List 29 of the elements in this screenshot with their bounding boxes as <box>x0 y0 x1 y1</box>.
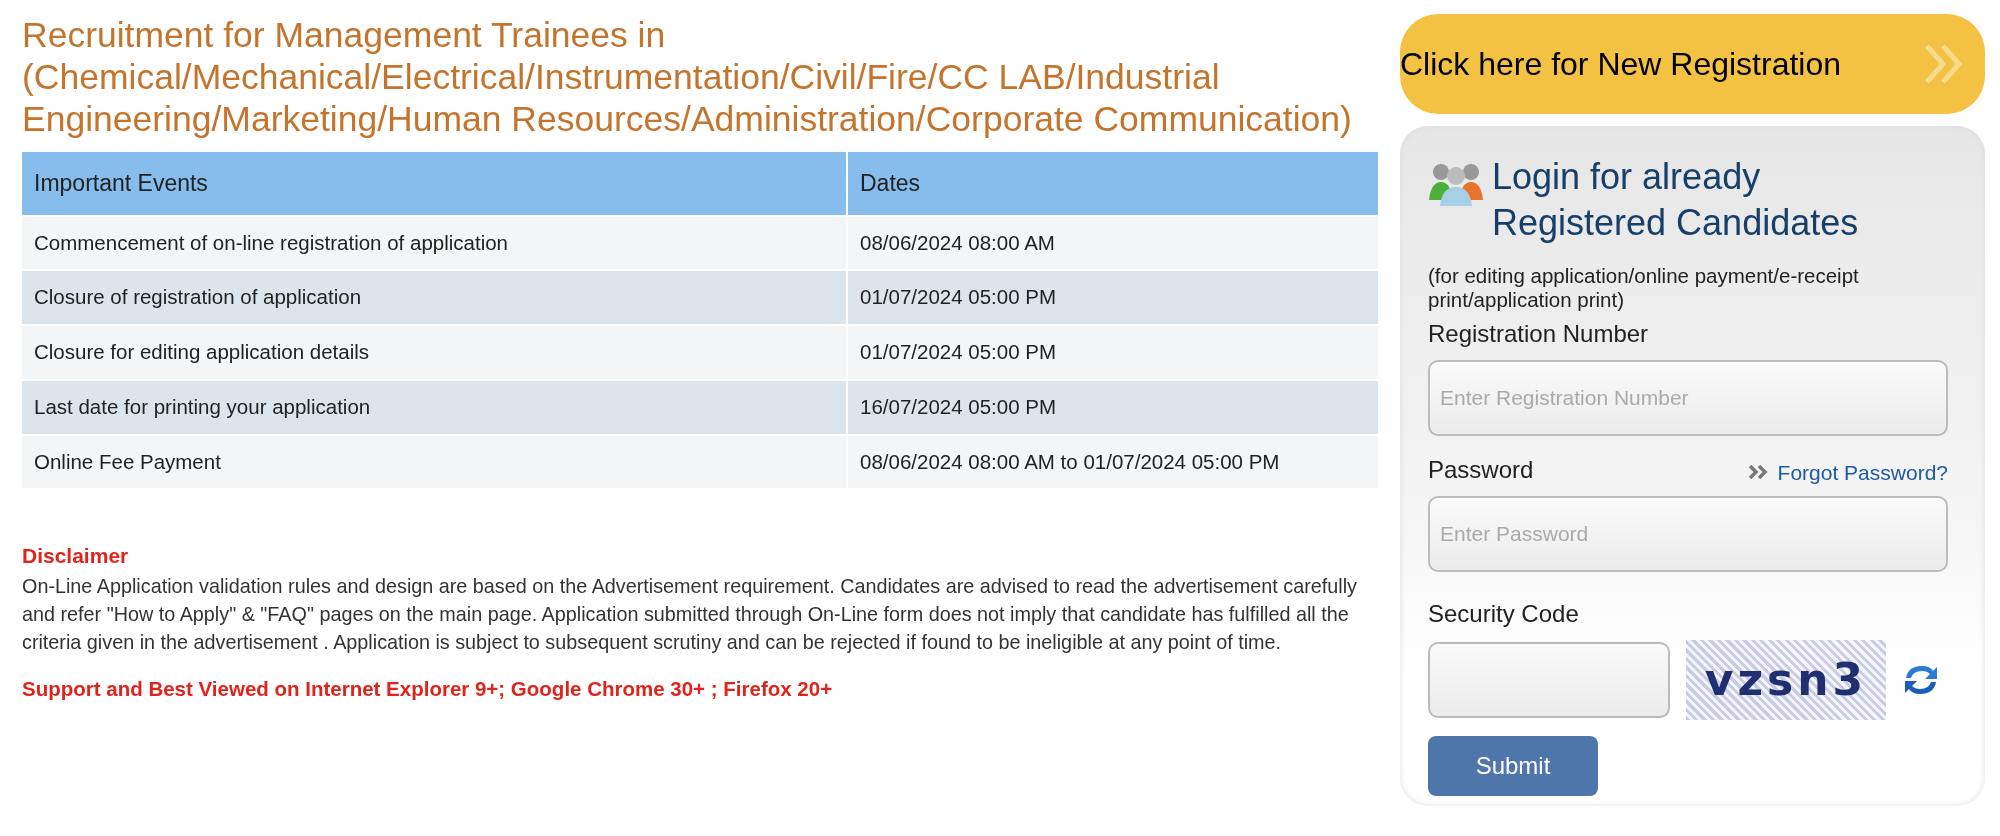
submit-button[interactable]: Submit <box>1428 736 1598 796</box>
password-field[interactable]: Enter Password <box>1428 496 1948 572</box>
page-title: Recruitment for Management Trainees in (Chemical/Mechanical/Electrical/Instrumentation/Civil/Fire/CC LAB/Industrial Engineering/Marketing/Human Resources/Administration/Corporate Communication) <box>22 14 1353 140</box>
table-cell: Closure of registration of application <box>22 271 846 324</box>
table-cell: Online Fee Payment <box>22 435 846 489</box>
table-cell: 08/06/2024 08:00 AM to 01/07/2024 05:00 PM <box>848 435 1378 489</box>
disclaimer-heading: Disclaimer <box>22 543 130 570</box>
browser-note: Support and Best Viewed on Internet Explorer 9+; Google Chrome 30+ ; Firefox 20+ <box>22 675 834 702</box>
table-cell: Commencement of on-line registration of application <box>22 216 846 270</box>
forgot-password-link[interactable]: Forgot Password? <box>1747 456 1948 488</box>
captcha-image: vzsn3 <box>1686 640 1886 720</box>
login-heading: Login for already Registered Candidates <box>1492 155 1860 245</box>
new-registration-button[interactable]: Click here for New Registration <box>1400 14 1985 114</box>
security-code-label: Security Code <box>1428 599 1580 629</box>
table-cell: Closure for editing application details <box>22 326 846 379</box>
security-code-field[interactable] <box>1428 642 1670 718</box>
registration-field[interactable]: Enter Registration Number <box>1428 360 1948 436</box>
disclaimer-text: On-Line Application validation rules and design are based on the Advertisement requirement. Candidates are advised to read the advertisement carefully and refer "How to Apply" & "FAQ" pages on the main page. Application submitted through On-Line form does not imply that candidate has fulfilled all the criteria given in the advertisement . Application is subject to subsequent scrutiny and can be rejected if found to be ineligible at any point of time. <box>22 573 1357 655</box>
table-cell: 16/07/2024 05:00 PM <box>848 380 1378 434</box>
password-label: Password <box>1428 455 1534 485</box>
registration-label: Registration Number <box>1428 320 1649 347</box>
double-chevron-icon <box>1747 464 1770 481</box>
table-cell: 01/07/2024 05:00 PM <box>848 271 1378 324</box>
login-subtitle: (for editing application/online payment/e-receipt print/application print) <box>1428 264 1860 312</box>
column-header: Dates <box>848 152 1378 215</box>
column-header: Important Events <box>22 152 846 215</box>
table-cell: Last date for printing your application <box>22 380 846 434</box>
table-cell: 08/06/2024 08:00 AM <box>848 216 1378 270</box>
table-cell: 01/07/2024 05:00 PM <box>848 326 1378 379</box>
